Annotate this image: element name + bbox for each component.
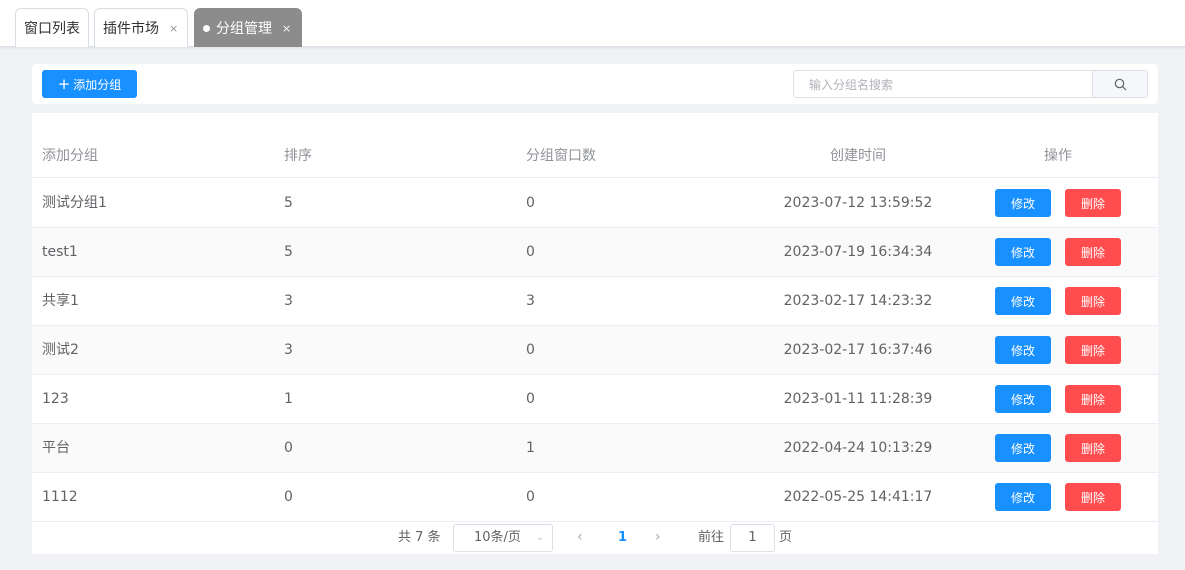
group-name-cell: test1: [42, 244, 78, 260]
created-time-cell: 2023-01-11 11:28:39: [783, 391, 933, 407]
created-time-cell: 2023-07-12 13:59:52: [783, 195, 933, 211]
table-row: 123 1 0 2023-01-11 11:28:39 修改 删除: [32, 375, 1158, 424]
chevron-down-icon: ⌄: [535, 532, 544, 543]
created-time-cell: 2023-02-17 16:37:46: [783, 342, 933, 358]
header-group-name: 添加分组: [42, 148, 98, 164]
pagination: 共 7 条 10条/页 ⌄ ‹ 1 › 前往 1 页: [32, 521, 1158, 554]
window-count-cell: 0: [526, 244, 535, 260]
table-row: test1 5 0 2023-07-19 16:34:34 修改 删除: [32, 228, 1158, 277]
sort-cell: 3: [284, 293, 293, 309]
group-name-cell: 平台: [42, 440, 70, 456]
group-name-cell: 1112: [42, 489, 78, 505]
table-row: 测试2 3 0 2023-02-17 16:37:46 修改 删除: [32, 326, 1158, 375]
delete-button[interactable]: 删除: [1065, 336, 1121, 364]
tab-bar: 窗口列表 插件市场 × 分组管理 ×: [0, 0, 1185, 47]
goto-label: 前往: [698, 530, 725, 545]
header-created-time: 创建时间: [830, 148, 886, 164]
table-row: 1112 0 0 2022-05-25 14:41:17 修改 删除: [32, 473, 1158, 522]
delete-button[interactable]: 删除: [1065, 385, 1121, 413]
prev-page-button[interactable]: ‹: [577, 521, 583, 554]
window-count-cell: 0: [526, 489, 535, 505]
edit-button[interactable]: 修改: [995, 336, 1051, 364]
close-icon[interactable]: ×: [282, 22, 291, 35]
sort-cell: 0: [284, 489, 293, 505]
edit-button[interactable]: 修改: [995, 483, 1051, 511]
window-count-cell: 3: [526, 293, 535, 309]
header-sort: 排序: [284, 148, 312, 164]
sort-cell: 3: [284, 342, 293, 358]
created-time-cell: 2022-04-24 10:13:29: [783, 440, 933, 456]
tab-group-management[interactable]: 分组管理 ×: [194, 8, 302, 47]
window-count-cell: 0: [526, 342, 535, 358]
toolbar: + 添加分组 输入分组名搜索: [32, 64, 1158, 104]
group-name-cell: 123: [42, 391, 69, 407]
plus-icon: +: [57, 74, 71, 93]
tab-label: 插件市场: [103, 21, 159, 37]
active-dot-icon: [203, 24, 210, 32]
table-row: 平台 0 1 2022-04-24 10:13:29 修改 删除: [32, 424, 1158, 473]
search-button[interactable]: [1092, 70, 1148, 98]
tab-label: 分组管理: [216, 21, 272, 37]
delete-button[interactable]: 删除: [1065, 483, 1121, 511]
tab-window-list[interactable]: 窗口列表: [15, 8, 89, 47]
created-time-cell: 2022-05-25 14:41:17: [783, 489, 933, 505]
search-input[interactable]: 输入分组名搜索: [793, 70, 1093, 98]
page-number-current[interactable]: 1: [618, 521, 627, 554]
window-count-cell: 0: [526, 195, 535, 211]
header-actions: 操作: [1044, 148, 1072, 164]
table-row: 共享1 3 3 2023-02-17 14:23:32 修改 删除: [32, 277, 1158, 326]
group-name-cell: 共享1: [42, 293, 79, 309]
edit-button[interactable]: 修改: [995, 434, 1051, 462]
header-window-count: 分组窗口数: [526, 148, 596, 164]
search-placeholder: 输入分组名搜索: [809, 77, 894, 92]
group-table-panel: 添加分组 排序 分组窗口数 创建时间 操作 测试分组1 5 0 2023-07-…: [32, 113, 1158, 554]
delete-button[interactable]: 删除: [1065, 189, 1121, 217]
sort-cell: 0: [284, 440, 293, 456]
sort-cell: 5: [284, 244, 293, 260]
tab-label: 窗口列表: [24, 21, 80, 37]
sort-cell: 5: [284, 195, 293, 211]
group-name-cell: 测试2: [42, 342, 79, 358]
total-count: 共 7 条: [398, 530, 441, 545]
sort-cell: 1: [284, 391, 293, 407]
created-time-cell: 2023-02-17 14:23:32: [783, 293, 933, 309]
page-suffix: 页: [779, 530, 793, 545]
search-icon: [1114, 78, 1126, 90]
table-header: 添加分组 排序 分组窗口数 创建时间 操作: [32, 135, 1158, 178]
delete-button[interactable]: 删除: [1065, 238, 1121, 266]
edit-button[interactable]: 修改: [995, 189, 1051, 217]
window-count-cell: 1: [526, 440, 535, 456]
edit-button[interactable]: 修改: [995, 287, 1051, 315]
created-time-cell: 2023-07-19 16:34:34: [783, 244, 933, 260]
add-group-button[interactable]: + 添加分组: [42, 70, 137, 98]
page-size-value: 10条/页: [474, 530, 521, 545]
edit-button[interactable]: 修改: [995, 238, 1051, 266]
goto-page-input[interactable]: 1: [730, 524, 775, 552]
table-row: 测试分组1 5 0 2023-07-12 13:59:52 修改 删除: [32, 179, 1158, 228]
window-count-cell: 0: [526, 391, 535, 407]
next-page-button[interactable]: ›: [655, 521, 661, 554]
add-group-label: 添加分组: [73, 77, 122, 92]
close-icon[interactable]: ×: [169, 22, 178, 35]
edit-button[interactable]: 修改: [995, 385, 1051, 413]
delete-button[interactable]: 删除: [1065, 434, 1121, 462]
tab-plugin-market[interactable]: 插件市场 ×: [94, 8, 188, 47]
delete-button[interactable]: 删除: [1065, 287, 1121, 315]
group-name-cell: 测试分组1: [42, 195, 107, 211]
page-size-select[interactable]: 10条/页 ⌄: [453, 524, 553, 552]
